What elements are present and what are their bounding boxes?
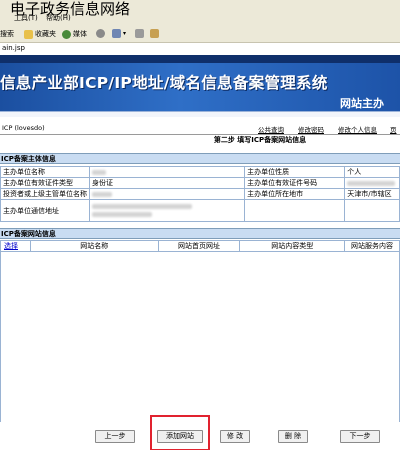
prev-step-button[interactable]: 上一步 — [95, 430, 135, 443]
field-value-redacted — [88, 166, 246, 178]
nav-link-more[interactable]: 页 — [390, 124, 397, 134]
banner-bottom-strip — [0, 111, 400, 117]
table-row: 主办单位通信地址 — [0, 199, 400, 222]
banner-top-strip — [0, 55, 400, 63]
field-label: 投资者或上级主管单位名称 — [0, 188, 90, 200]
field-value-redacted — [88, 188, 246, 200]
site-list-empty-area — [0, 252, 400, 422]
nav-link-edit-profile[interactable]: 修改个人信息 — [338, 124, 377, 134]
field-label: 主办单位有效证件类型 — [0, 177, 90, 189]
browser-toolbar: 搜索 收藏夹 媒体 ▾ — [0, 26, 400, 42]
edit-button[interactable] — [150, 29, 159, 38]
column-header-select[interactable]: 选择 — [0, 240, 31, 252]
search-label: 搜索 — [0, 30, 14, 38]
column-header-service-content: 网站服务内容 — [344, 240, 400, 252]
column-header-site-name: 网站名称 — [29, 240, 159, 252]
table-header-row: 选择 网站名称 网站首页网址 网站内容类型 网站服务内容 — [0, 240, 400, 252]
field-label: 主办单位名称 — [0, 166, 90, 178]
field-value-redacted — [88, 199, 246, 222]
field-label: 主办单位所在地市 — [244, 188, 346, 200]
current-user: ICP (lovesdo) — [2, 124, 45, 132]
media-button[interactable]: 媒体 — [62, 29, 87, 39]
site-list-table: 选择 网站名称 网站首页网址 网站内容类型 网站服务内容 — [0, 240, 400, 252]
address-bar[interactable]: ain.jsp — [0, 42, 400, 54]
next-step-button[interactable]: 下一步 — [340, 430, 380, 443]
table-row: 投资者或上级主管单位名称 主办单位所在地市 天津市/市辖区 — [0, 188, 400, 200]
table-row: 主办单位有效证件类型 身份证 主办单位有效证件号码 — [0, 177, 400, 189]
history-icon — [96, 29, 105, 38]
nav-link-change-password[interactable]: 修改密码 — [298, 124, 324, 134]
field-label: 主办单位有效证件号码 — [244, 177, 346, 189]
favorites-icon — [24, 29, 33, 39]
column-header-content-type: 网站内容类型 — [239, 240, 346, 252]
overlay-title: 电子政务信息网络 — [10, 0, 131, 18]
column-header-homepage-url: 网站首页网址 — [157, 240, 241, 252]
nav-link-public-query[interactable]: 公共查询 — [258, 124, 284, 134]
user-info-bar: ICP (lovesdo) 公共查询 修改密码 修改个人信息 页 — [0, 120, 400, 134]
field-value: 天津市/市辖区 — [344, 188, 400, 200]
print-icon — [135, 29, 144, 38]
media-icon — [62, 29, 71, 39]
media-label: 媒体 — [73, 30, 87, 38]
field-label: 主办单位性质 — [244, 166, 346, 178]
field-value: 个人 — [344, 166, 400, 178]
field-value-redacted — [344, 177, 400, 189]
browser-chrome: 工具(T) 帮助(H) 搜索 收藏夹 媒体 ▾ ain.jsp 电子政务信息网络 — [0, 0, 400, 54]
field-value: 身份证 — [88, 177, 246, 189]
address-text: ain.jsp — [2, 44, 25, 52]
modify-button[interactable]: 修 改 — [220, 430, 250, 443]
field-label: 主办单位通信地址 — [0, 199, 90, 222]
step-title: 第二步 填写ICP备案网站信息 — [0, 134, 400, 145]
mail-icon — [112, 29, 121, 38]
favorites-button[interactable]: 收藏夹 — [24, 29, 56, 39]
mail-button[interactable]: ▾ — [112, 29, 126, 38]
history-button[interactable] — [96, 29, 105, 38]
field-empty — [244, 199, 346, 222]
delete-button[interactable]: 删 除 — [278, 430, 308, 443]
system-banner: 信息产业部ICP/IP地址/域名信息备案管理系统 网站主办 — [0, 55, 400, 117]
banner-subtitle: 网站主办 — [340, 97, 384, 110]
banner-title: 信息产业部ICP/IP地址/域名信息备案管理系统 — [0, 74, 328, 92]
section-header-site-info: ICP备案网站信息 — [0, 228, 400, 239]
field-empty — [344, 199, 400, 222]
section-header-main-info: ICP备案主体信息 — [0, 153, 400, 164]
chevron-down-icon: ▾ — [123, 30, 127, 37]
search-button[interactable]: 搜索 — [0, 29, 14, 39]
favorites-label: 收藏夹 — [35, 30, 56, 38]
edit-icon — [150, 29, 159, 38]
main-info-table: 主办单位名称 主办单位性质 个人 主办单位有效证件类型 身份证 主办单位有效证件… — [0, 166, 400, 222]
table-row: 主办单位名称 主办单位性质 个人 — [0, 166, 400, 178]
highlight-box — [150, 415, 210, 450]
print-button[interactable] — [135, 29, 144, 38]
